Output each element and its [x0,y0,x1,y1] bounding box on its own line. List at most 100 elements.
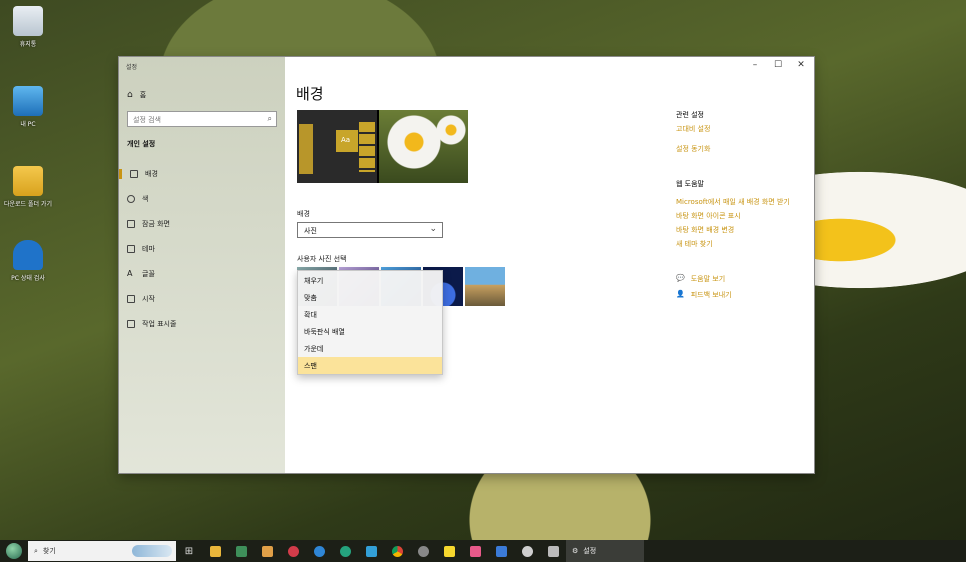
preview-flower-image [379,110,468,183]
feedback-link[interactable]: 👤 피드백 보내기 [676,290,732,300]
fit-dropdown-menu: 채우기 맞춤 확대 바둑판식 배열 가운데 스팬 [297,270,443,375]
close-button[interactable]: ✕ [791,60,811,70]
window-title: 설정 [126,64,138,71]
file-explorer-icon[interactable] [202,540,228,562]
maximize-button[interactable]: ☐ [768,60,788,70]
taskbar-settings-app[interactable]: ⚙ 설정 [566,540,644,562]
main-content: – ☐ ✕ 배경 Aa 배경 사진 ⌄ 사용자 사진 선택 채우기 맞춤 확대 [285,57,814,473]
menu-item-center[interactable]: 가운데 [298,340,442,357]
desktop-icon-this-pc[interactable]: 내 PC [4,86,52,128]
kakaotalk-icon[interactable] [436,540,462,562]
printer-icon[interactable] [540,540,566,562]
search-icon: ⌕ [267,114,272,123]
app-icon[interactable] [280,540,306,562]
edge-legacy-icon[interactable] [306,540,332,562]
app-icon[interactable] [358,540,384,562]
app-icon[interactable] [462,540,488,562]
chevron-down-icon: ⌄ [429,224,437,234]
sidebar-item-fonts[interactable]: A 글꼴 [127,269,155,279]
image-icon [130,170,138,178]
background-preview: Aa [297,110,468,183]
find-themes-link[interactable]: 새 테마 찾기 [676,239,713,249]
help-icon: 💬 [676,274,685,282]
sidebar-item-label: 글꼴 [142,270,155,278]
sidebar-item-background[interactable]: 배경 [119,169,285,179]
section-title: 개인 설정 [127,140,156,148]
feedback-icon: 👤 [676,290,685,298]
desktop-icon-label: 휴지통 [19,41,37,48]
edge-icon[interactable] [332,540,358,562]
app-icon[interactable] [514,540,540,562]
sidebar-item-label: 잠금 화면 [142,220,170,228]
app-icon[interactable] [410,540,436,562]
background-label: 배경 [297,210,310,218]
theme-icon [127,245,135,253]
sidebar-item-color[interactable]: 색 [127,194,148,204]
font-icon: A [127,269,133,278]
start-icon [127,295,135,303]
related-settings-heading: 관련 설정 [676,111,704,119]
search-icon: ⌕ [34,546,38,555]
search-input[interactable]: 설정 검색 ⌕ [127,111,277,127]
desktop-icon-pc-health[interactable]: PC 상태 검사 [4,240,52,282]
taskbar-icon [127,320,135,328]
sidebar-item-start[interactable]: 시작 [127,294,155,304]
sidebar-item-label: 작업 표시줄 [142,320,177,328]
taskbar-search[interactable]: ⌕ 찾기 [28,541,176,561]
sidebar-item-home[interactable]: ⌂ 홈 [127,90,146,100]
recycle-bin-icon [13,6,43,36]
daily-wallpaper-link[interactable]: Microsoft에서 매일 새 배경 화면 받기 [676,197,790,207]
chrome-icon[interactable] [384,540,410,562]
page-title: 배경 [296,85,324,103]
start-orb-icon [6,543,22,559]
choose-picture-label: 사용자 사진 선택 [297,255,347,263]
taskbar-search-label: 찾기 [42,547,56,555]
palette-icon [127,195,135,203]
high-contrast-link[interactable]: 고대비 설정 [676,124,710,134]
menu-item-tile[interactable]: 바둑판식 배열 [298,323,442,340]
calculator-icon[interactable] [228,540,254,562]
sidebar-item-label: 홈 [139,91,147,99]
dolphin-image [132,545,172,557]
desktop-icon-label: PC 상태 검사 [11,275,45,282]
dropdown-value: 사진 [304,227,317,235]
picture-thumbnail[interactable] [465,267,505,306]
sidebar-item-lock-screen[interactable]: 잠금 화면 [127,219,170,229]
menu-item-fit[interactable]: 맞춤 [298,289,442,306]
menu-item-stretch[interactable]: 확대 [298,306,442,323]
sidebar-item-label: 배경 [145,170,158,178]
menu-item-fill[interactable]: 채우기 [298,272,442,289]
app-icon[interactable] [488,540,514,562]
sidebar: 설정 ⌂ 홈 설정 검색 ⌕ 개인 설정 배경 색 잠금 화면 테마 A 글꼴 [119,57,285,473]
sync-settings-link[interactable]: 설정 동기화 [676,144,710,154]
sidebar-item-label: 테마 [142,245,155,253]
lock-screen-icon [127,220,135,228]
sidebar-item-label: 색 [142,195,149,203]
taskbar-settings-label: 설정 [583,547,597,555]
start-button[interactable] [0,540,28,562]
change-background-link[interactable]: 바탕 화면 배경 변경 [676,225,734,235]
minimize-button[interactable]: – [745,60,765,70]
sidebar-item-themes[interactable]: 테마 [127,244,155,254]
web-help-heading: 웹 도움말 [676,180,704,188]
computer-icon [13,86,43,116]
settings-window: 설정 ⌂ 홈 설정 검색 ⌕ 개인 설정 배경 색 잠금 화면 테마 A 글꼴 [119,57,814,473]
feedback-label: 피드백 보내기 [690,291,732,299]
task-view-icon[interactable]: ⊞ [176,540,202,562]
desktop-icons-link[interactable]: 바탕 화면 아이콘 표시 [676,211,741,221]
menu-item-span[interactable]: 스팬 [298,357,442,374]
photos-icon[interactable] [254,540,280,562]
sidebar-item-label: 시작 [142,295,155,303]
sidebar-item-taskbar[interactable]: 작업 표시줄 [127,319,176,329]
home-icon: ⌂ [127,90,133,100]
get-help-link[interactable]: 💬 도움말 보기 [676,274,725,284]
desktop-icon-recycle-bin[interactable]: 휴지통 [4,6,52,48]
preview-tiles-left [299,124,313,174]
desktop-icon-downloads[interactable]: 다운로드 폴더 가기 [4,166,52,208]
taskbar: ⌕ 찾기 ⊞ ⚙ 설정 [0,540,966,562]
desktop-icon-label: 내 PC [20,121,36,128]
desktop-icon-label: 다운로드 폴더 가기 [4,201,52,208]
preview-start-tile: Aa [336,130,358,152]
preview-tiles [359,122,375,172]
background-type-dropdown[interactable]: 사진 ⌄ [297,222,443,238]
